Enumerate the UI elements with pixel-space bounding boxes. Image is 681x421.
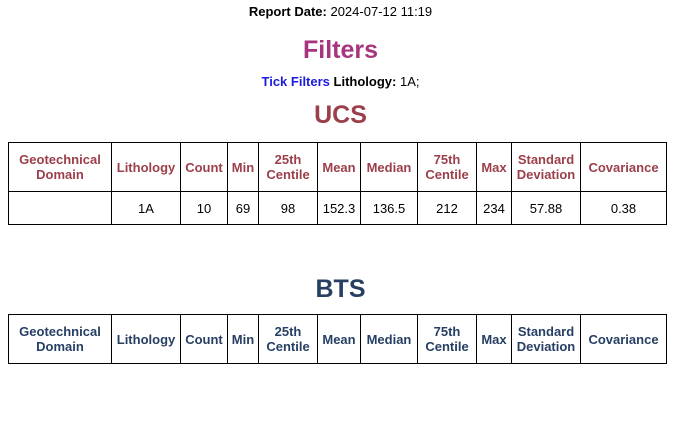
ucs-header-row: Geotechnical Domain Lithology Count Min …: [8, 142, 667, 192]
col-header-max: Max: [476, 314, 512, 364]
col-header-standard-deviation: Standard Deviation: [511, 314, 581, 364]
report-date-label: Report Date:: [248, 4, 327, 19]
cell-25th-centile: 98: [258, 191, 318, 225]
col-header-25th-centile: 25th Centile: [258, 314, 318, 364]
lithology-filter-label: Lithology:: [333, 74, 397, 89]
bts-table: Geotechnical Domain Lithology Count Min …: [8, 314, 667, 364]
col-header-geotechnical-domain: Geotechnical Domain: [8, 142, 112, 192]
col-header-count: Count: [180, 142, 228, 192]
bts-title: BTS: [315, 275, 366, 303]
cell-75th-centile: 212: [417, 191, 477, 225]
filters-summary: Tick Filters Lithology: 1A;: [0, 74, 681, 90]
col-header-min: Min: [227, 142, 259, 192]
col-header-covariance: Covariance: [580, 142, 667, 192]
col-header-75th-centile: 75th Centile: [417, 314, 477, 364]
cell-count: 10: [180, 191, 228, 225]
tick-filters-label: Tick Filters: [261, 74, 330, 89]
ucs-table: Geotechnical Domain Lithology Count Min …: [8, 142, 667, 225]
col-header-min: Min: [227, 314, 259, 364]
col-header-median: Median: [360, 314, 418, 364]
cell-mean: 152.3: [317, 191, 361, 225]
cell-min: 69: [227, 191, 259, 225]
report-date-value: 2024-07-12 11:19: [330, 4, 433, 19]
col-header-geotechnical-domain: Geotechnical Domain: [8, 314, 112, 364]
filters-title: Filters: [302, 36, 379, 64]
cell-standard-deviation: 57.88: [511, 191, 581, 225]
bts-header-row: Geotechnical Domain Lithology Count Min …: [8, 314, 667, 364]
report-date: Report Date: 2024-07-12 11:19: [0, 0, 681, 20]
cell-lithology: 1A: [111, 191, 181, 225]
col-header-count: Count: [180, 314, 228, 364]
col-header-standard-deviation: Standard Deviation: [511, 142, 581, 192]
cell-geotechnical-domain: [8, 191, 112, 225]
ucs-title: UCS: [314, 101, 367, 129]
col-header-lithology: Lithology: [111, 142, 181, 192]
lithology-filter-value: 1A;: [399, 74, 420, 89]
table-row: 1A 10 69 98 152.3 136.5 212 234 57.88 0.…: [8, 191, 667, 225]
cell-max: 234: [476, 191, 512, 225]
col-header-covariance: Covariance: [580, 314, 667, 364]
col-header-mean: Mean: [317, 314, 361, 364]
col-header-median: Median: [360, 142, 418, 192]
col-header-lithology: Lithology: [111, 314, 181, 364]
col-header-25th-centile: 25th Centile: [258, 142, 318, 192]
cell-median: 136.5: [360, 191, 418, 225]
col-header-mean: Mean: [317, 142, 361, 192]
col-header-75th-centile: 75th Centile: [417, 142, 477, 192]
cell-covariance: 0.38: [580, 191, 667, 225]
col-header-max: Max: [476, 142, 512, 192]
